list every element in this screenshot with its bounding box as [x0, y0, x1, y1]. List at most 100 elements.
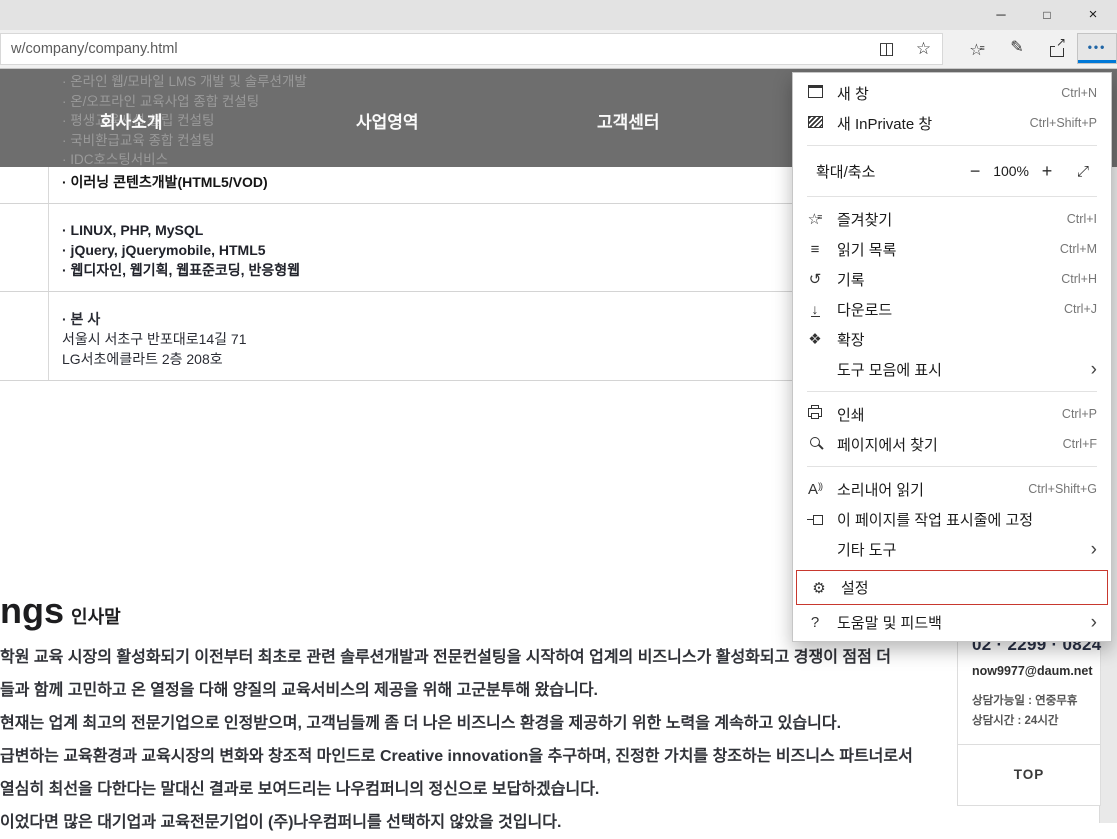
greeting-line: 현재는 업계 최고의 전문기업으로 인정받으며, 고객님들께 좀 더 나은 비즈… [0, 707, 913, 740]
menu-item-label: 소리내어 읽기 [837, 479, 1028, 500]
menu-item-downloads[interactable]: ↓ 다운로드 Ctrl+J [793, 294, 1111, 324]
greeting-line: 들과 함께 고민하고 온 열정을 다해 양질의 교육서비스의 제공을 위해 고군… [0, 674, 913, 707]
favorites-hub-icon[interactable]: ☆≡ [957, 33, 997, 64]
read-aloud-icon: A)) [793, 481, 837, 498]
add-favorite-star-icon[interactable]: ☆ [905, 34, 942, 64]
menu-item-label: 인쇄 [837, 404, 1062, 425]
menu-shortcut: Ctrl+I [1067, 212, 1097, 226]
nav-item-customer[interactable]: 고객센터 [597, 108, 660, 133]
submenu-chevron-icon: › [1091, 360, 1097, 379]
menu-divider [807, 145, 1097, 146]
contact-hours: 상담시간 : 24시간 [972, 712, 1100, 728]
menu-item-new-window[interactable]: 새 창 Ctrl+N [793, 78, 1111, 108]
menu-item-label: 기타 도구 [793, 539, 1091, 560]
search-icon [793, 436, 837, 453]
menu-item-history[interactable]: ↺ 기록 Ctrl+H [793, 264, 1111, 294]
zoom-out-button[interactable]: − [957, 161, 993, 182]
service-item-elearning: · 이러닝 콘텐츠개발(HTML5/VOD) [62, 172, 268, 192]
browser-toolbar: w/company/company.html ◫ ☆ ☆≡ ✎ ↗ ••• [0, 30, 1117, 69]
zoom-in-button[interactable]: + [1029, 161, 1065, 182]
extensions-icon: ❖ [793, 330, 837, 348]
menu-item-label: 페이지에서 찾기 [837, 434, 1063, 455]
menu-item-label: 확장 [837, 329, 1097, 350]
greeting-heading: ings인사말 [0, 590, 121, 632]
menu-item-label: 읽기 목록 [837, 239, 1060, 260]
menu-item-pin-to-taskbar[interactable]: 이 페이지를 작업 표시줄에 고정 [793, 504, 1111, 534]
nav-item-business[interactable]: 사업영역 [356, 108, 419, 133]
menu-item-settings[interactable]: ⚙ 설정 [797, 571, 1107, 604]
scroll-to-top-button[interactable]: TOP [957, 744, 1101, 806]
submenu-chevron-icon: › [1091, 540, 1097, 559]
menu-divider [807, 466, 1097, 467]
contact-quick-box: 02 · 2299 · 0824 now9977@daum.net 상담가능일 … [957, 618, 1101, 806]
greeting-paragraphs: 학원 교육 시장의 활성화되기 이전부터 최초로 관련 솔루션개발과 전문컨설팅… [0, 641, 913, 839]
zoom-value: 100% [993, 163, 1029, 179]
gear-icon: ⚙ [797, 579, 841, 597]
address-bar[interactable]: w/company/company.html ◫ ☆ [0, 33, 943, 65]
maximize-button[interactable]: □ [1024, 0, 1070, 30]
downloads-icon: ↓ [793, 301, 837, 318]
menu-item-favorites[interactable]: ☆≡ 즐겨찾기 Ctrl+I [793, 204, 1111, 234]
web-note-pen-icon[interactable]: ✎ [997, 33, 1037, 64]
service-item: · 온/오프라인 교육사업 종합 컨설팅 [62, 92, 307, 112]
reading-view-icon[interactable]: ◫ [868, 34, 905, 64]
contact-days: 상담가능일 : 연중무휴 [972, 692, 1100, 708]
greeting-line: 열심히 최선을 다한다는 말대신 결과로 보여드리는 나우컴퍼니의 정신으로 보… [0, 773, 913, 806]
tech-item: · LINUX, PHP, MySQL [62, 220, 300, 240]
history-icon: ↺ [793, 270, 837, 288]
reading-list-icon: ≡ [793, 241, 837, 258]
greeting-line: 학원 교육 시장의 활성화되기 이전부터 최초로 관련 솔루션개발과 전문컨설팅… [0, 641, 913, 674]
title-bar: ─ □ × [0, 0, 1117, 30]
menu-shortcut: Ctrl+J [1064, 302, 1097, 316]
pin-icon [793, 511, 837, 528]
settings-highlight-box: ⚙ 설정 [796, 570, 1108, 605]
contact-email: now9977@daum.net [972, 664, 1100, 678]
greeting-heading-en: ings [0, 590, 64, 631]
new-window-icon [793, 85, 837, 102]
menu-item-new-inprivate-window[interactable]: 새 InPrivate 창 Ctrl+Shift+P [793, 108, 1111, 138]
favorites-icon: ☆≡ [793, 210, 837, 228]
menu-shortcut: Ctrl+F [1063, 437, 1097, 451]
menu-item-label: 이 페이지를 작업 표시줄에 고정 [837, 509, 1097, 530]
menu-item-more-tools[interactable]: 기타 도구 › [793, 534, 1111, 564]
menu-shortcut: Ctrl+N [1061, 86, 1097, 100]
menu-item-label: 도움말 및 피드백 [837, 612, 1091, 633]
menu-item-label: 도구 모음에 표시 [793, 359, 1091, 380]
inprivate-icon [793, 115, 837, 132]
address-title: · 본 사 [62, 309, 247, 329]
url-text[interactable]: w/company/company.html [11, 41, 868, 57]
service-item: · 국비환급교육 종합 컨설팅 [62, 131, 307, 151]
greeting-line: 급변하는 교육환경과 교육시장의 변화와 창조적 마인드로 Creative i… [0, 740, 913, 773]
menu-item-help-feedback[interactable]: ? 도움말 및 피드백 › [793, 607, 1111, 637]
menu-divider [807, 391, 1097, 392]
service-item: · 평생교육시설 설립 컨설팅 [62, 111, 307, 131]
service-item: · 온라인 웹/모바일 LMS 개발 및 솔루션개발 [62, 72, 307, 92]
minimize-button[interactable]: ─ [978, 0, 1024, 30]
menu-shortcut: Ctrl+M [1060, 242, 1097, 256]
menu-item-read-aloud[interactable]: A)) 소리내어 읽기 Ctrl+Shift+G [793, 474, 1111, 504]
menu-item-reading-list[interactable]: ≡ 읽기 목록 Ctrl+M [793, 234, 1111, 264]
help-icon: ? [793, 614, 837, 631]
fullscreen-icon[interactable]: ⤢ [1065, 163, 1101, 180]
edge-more-menu: 새 창 Ctrl+N 새 InPrivate 창 Ctrl+Shift+P 확대… [792, 72, 1112, 642]
share-icon[interactable]: ↗ [1037, 33, 1077, 64]
menu-item-find-on-page[interactable]: 페이지에서 찾기 Ctrl+F [793, 429, 1111, 459]
menu-item-print[interactable]: 인쇄 Ctrl+P [793, 399, 1111, 429]
menu-item-zoom: 확대/축소 − 100% + ⤢ [793, 153, 1111, 189]
service-list-ghost: · 온라인 웹/모바일 LMS 개발 및 솔루션개발 · 온/오프라인 교육사업… [62, 72, 307, 170]
zoom-label: 확대/축소 [816, 161, 875, 182]
menu-shortcut: Ctrl+H [1061, 272, 1097, 286]
menu-item-label: 즐겨찾기 [837, 209, 1067, 230]
tech-list: · LINUX, PHP, MySQL · jQuery, jQuerymobi… [62, 220, 300, 280]
tech-item: · jQuery, jQuerymobile, HTML5 [62, 240, 300, 260]
menu-divider [807, 196, 1097, 197]
menu-item-extensions[interactable]: ❖ 확장 [793, 324, 1111, 354]
nav-item-company[interactable]: 회사소개 [100, 108, 163, 133]
menu-item-label: 다운로드 [837, 299, 1064, 320]
address-block: · 본 사 서울시 서초구 반포대로14길 71 LG서초에클라트 2층 208… [62, 309, 247, 369]
service-item: · IDC호스팅서비스 [62, 150, 307, 170]
close-button[interactable]: × [1070, 0, 1116, 30]
menu-item-show-in-toolbar[interactable]: 도구 모음에 표시 › [793, 354, 1111, 384]
menu-item-label: 새 창 [837, 83, 1061, 104]
more-options-button[interactable]: ••• [1077, 33, 1117, 64]
